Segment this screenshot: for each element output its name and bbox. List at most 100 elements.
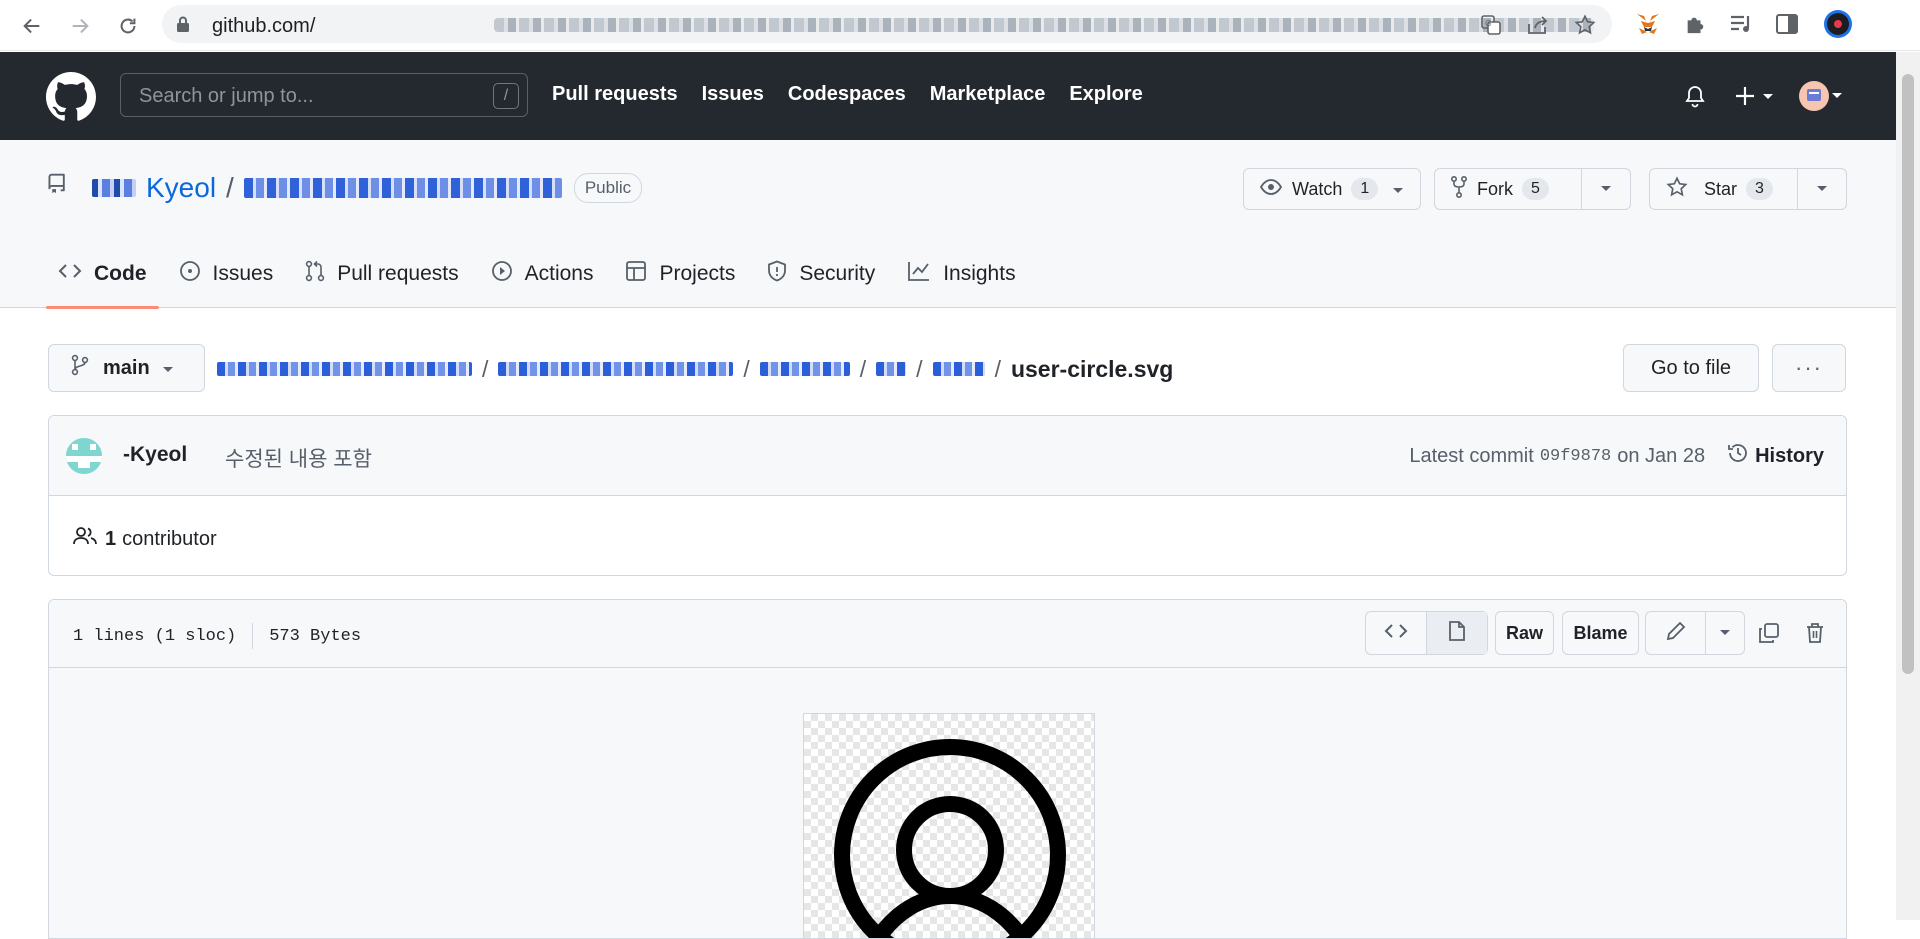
watch-label: Watch — [1292, 178, 1343, 199]
metamask-fox-icon[interactable] — [1632, 8, 1664, 40]
nav-codespaces[interactable]: Codespaces — [788, 83, 906, 106]
github-header: Search or jump to... / Pull requests Iss… — [0, 52, 1896, 140]
table-icon — [625, 260, 659, 288]
commit-message[interactable]: 수정된 내용 포함 — [225, 443, 372, 473]
branch-name: main — [103, 356, 150, 379]
tab-code[interactable]: Code — [46, 240, 167, 309]
star-button[interactable]: Star 3 — [1650, 169, 1797, 209]
avatar[interactable] — [66, 438, 102, 474]
fork-button-group: Fork 5 — [1434, 168, 1631, 210]
create-new-plus-icon[interactable] — [1733, 74, 1781, 118]
commit-author[interactable]: -Kyeol — [123, 443, 187, 467]
breadcrumb-separator: / — [743, 355, 750, 382]
blame-button[interactable]: Blame — [1562, 611, 1639, 655]
profile-icon[interactable] — [1822, 8, 1854, 40]
forward-icon[interactable] — [64, 10, 96, 42]
breadcrumb-repo-link[interactable] — [217, 362, 472, 376]
trash-icon[interactable] — [1795, 611, 1835, 655]
star-label: Star — [1704, 178, 1738, 199]
breadcrumb-folder-link[interactable] — [498, 362, 734, 376]
commit-box: -Kyeol 수정된 내용 포함 Latest commit 09f9878 o… — [48, 415, 1847, 576]
watch-count: 1 — [1351, 178, 1379, 200]
history-link[interactable]: History — [1727, 442, 1824, 470]
breadcrumb-folder-link[interactable] — [876, 362, 907, 376]
latest-commit-bar: -Kyeol 수정된 내용 포함 Latest commit 09f9878 o… — [49, 416, 1846, 496]
latest-commit-label: Latest commit — [1409, 444, 1534, 467]
tab-insights[interactable]: Insights — [895, 240, 1035, 308]
bookmark-star-icon[interactable] — [1574, 14, 1596, 36]
nav-pull-requests[interactable]: Pull requests — [552, 83, 678, 106]
address-bar[interactable]: github.com/ G — [162, 5, 1612, 43]
edit-button[interactable] — [1646, 612, 1707, 654]
lock-icon[interactable] — [176, 16, 190, 37]
code-icon — [1384, 622, 1408, 645]
fork-count: 5 — [1522, 178, 1549, 200]
translate-icon[interactable]: G — [1480, 14, 1502, 36]
contributors-row[interactable]: 1 contributor — [73, 526, 217, 552]
user-avatar-menu[interactable] — [1798, 74, 1848, 118]
file-info: 1 lines (1 sloc) 573 Bytes — [73, 623, 361, 649]
breadcrumb-folder-link[interactable] — [932, 362, 985, 376]
breadcrumb-folder-link[interactable] — [759, 362, 850, 376]
breadcrumb-separator: / — [482, 355, 489, 382]
issue-icon — [179, 260, 213, 288]
page-scrollbar[interactable] — [1896, 52, 1920, 920]
extensions-puzzle-icon[interactable] — [1679, 8, 1711, 40]
tab-code-label: Code — [94, 262, 147, 285]
edit-dropdown-icon[interactable] — [1706, 612, 1744, 654]
contributors-count: 1 — [105, 527, 117, 550]
visibility-badge: Public — [573, 173, 643, 203]
share-icon[interactable] — [1527, 14, 1549, 36]
repo-title: Kyeol / Public — [46, 170, 643, 206]
tab-issues[interactable]: Issues — [167, 240, 294, 308]
back-icon[interactable] — [16, 10, 48, 42]
tab-actions-label: Actions — [524, 262, 594, 285]
history-icon — [1727, 442, 1755, 470]
star-button-group: Star 3 — [1649, 168, 1847, 210]
tab-projects[interactable]: Projects — [613, 240, 755, 308]
more-options-button[interactable]: ··· — [1772, 344, 1846, 392]
go-to-file-button[interactable]: Go to file — [1623, 344, 1759, 392]
commit-meta: Latest commit 09f9878 on Jan 28 History — [1409, 442, 1824, 470]
commit-date: on Jan 28 — [1617, 444, 1706, 467]
tab-pull-requests[interactable]: Pull requests — [293, 240, 478, 308]
repo-nav-tabs: Code Issues Pull requests Actions Projec… — [46, 240, 1036, 309]
nav-issues[interactable]: Issues — [702, 83, 764, 106]
fork-dropdown-icon[interactable] — [1581, 169, 1630, 209]
nav-explore[interactable]: Explore — [1069, 83, 1142, 106]
repo-name-link[interactable] — [243, 178, 562, 198]
pencil-icon — [1665, 620, 1687, 647]
view-toggle-group — [1365, 611, 1488, 655]
file-viewer: 1 lines (1 sloc) 573 Bytes Raw Blame — [48, 599, 1847, 939]
tab-security-label: Security — [799, 262, 876, 285]
source-view-button[interactable] — [1366, 612, 1427, 654]
star-dropdown-icon[interactable] — [1797, 169, 1846, 209]
reload-icon[interactable] — [112, 10, 144, 42]
display-view-button[interactable] — [1426, 612, 1487, 654]
pull-request-icon — [305, 260, 337, 288]
search-input[interactable]: Search or jump to... / — [120, 73, 528, 117]
fork-button[interactable]: Fork 5 — [1435, 169, 1581, 209]
top-nav: Pull requests Issues Codespaces Marketpl… — [552, 83, 1143, 106]
tab-security[interactable]: Security — [755, 240, 895, 308]
contributors-label: contributor — [122, 527, 217, 550]
branch-select-button[interactable]: main — [48, 344, 205, 392]
eye-icon — [1259, 178, 1283, 200]
notifications-bell-icon[interactable] — [1683, 74, 1707, 118]
github-logo-icon[interactable] — [46, 72, 96, 122]
repo-separator: / — [226, 172, 234, 203]
reading-list-icon[interactable] — [1725, 8, 1757, 40]
commit-sha[interactable]: 09f9878 — [1540, 447, 1611, 466]
shield-icon — [767, 260, 799, 288]
repo-owner-link[interactable]: Kyeol — [146, 172, 216, 204]
watch-button[interactable]: Watch 1 — [1243, 168, 1421, 210]
side-panel-icon[interactable] — [1771, 8, 1803, 40]
nav-marketplace[interactable]: Marketplace — [930, 83, 1046, 106]
tab-projects-label: Projects — [659, 262, 736, 285]
tab-issues-label: Issues — [212, 262, 274, 285]
copy-icon[interactable] — [1749, 611, 1789, 655]
user-circle-icon — [834, 739, 1066, 938]
tab-actions[interactable]: Actions — [479, 240, 614, 308]
raw-button[interactable]: Raw — [1495, 611, 1554, 655]
svg-text:G: G — [1485, 19, 1491, 28]
